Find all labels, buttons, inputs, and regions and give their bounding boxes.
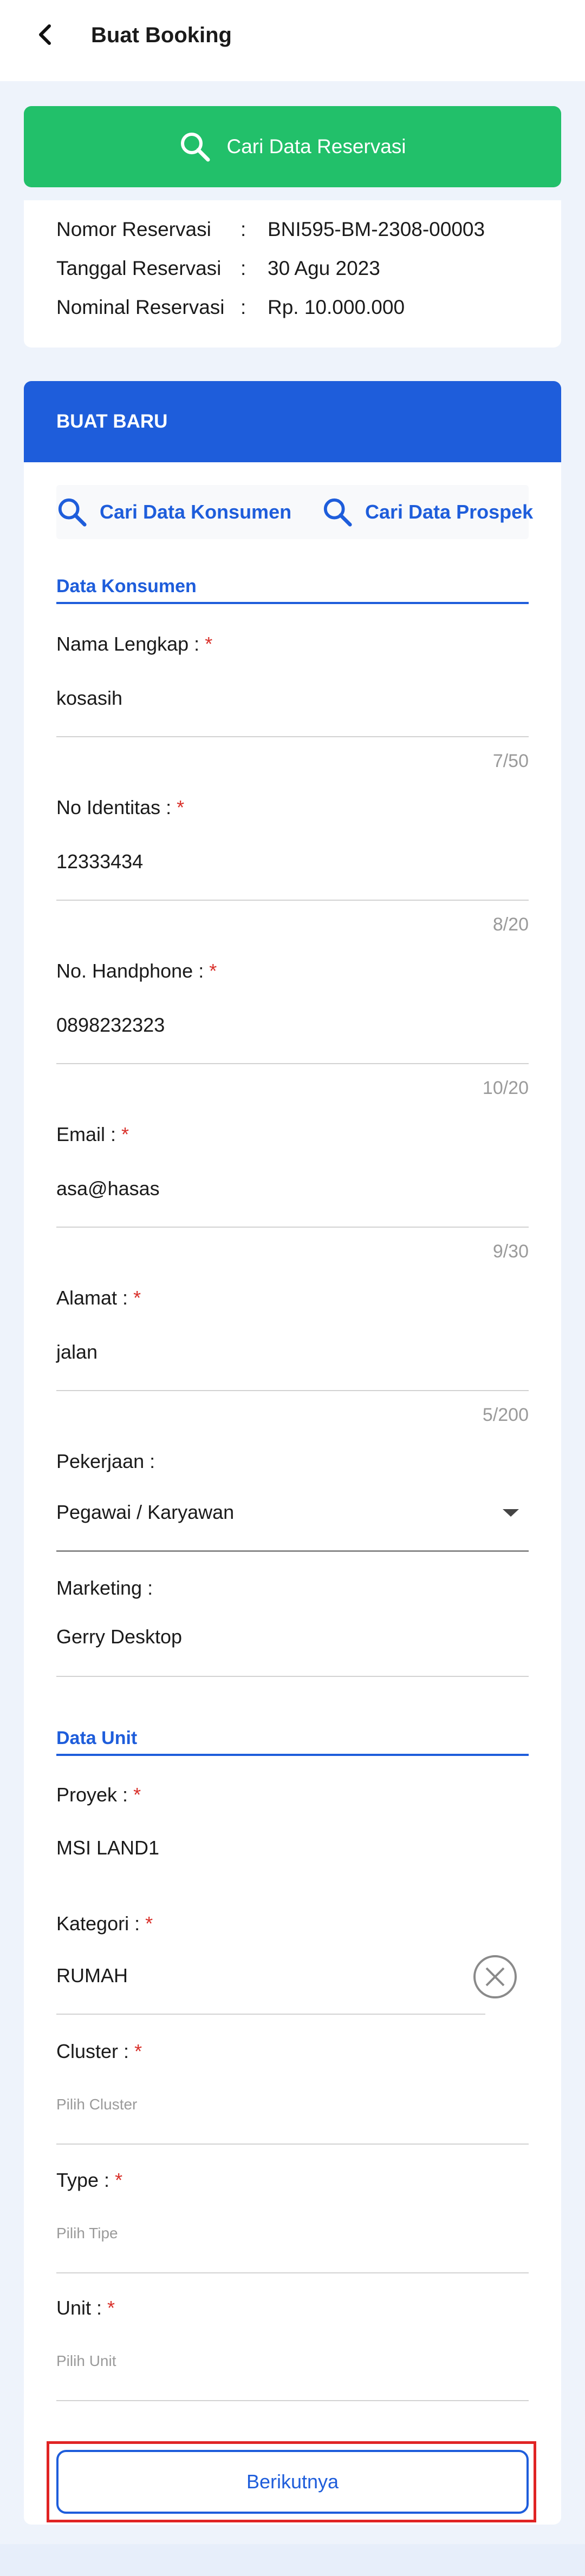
email-label: Email : * [56,1122,129,1148]
job-select[interactable]: Pegawai / Karyawan [56,1499,234,1525]
job-underline [56,1550,529,1552]
unit-label-text: Unit : [56,2297,102,2319]
address-input[interactable]: jalan [56,1339,98,1365]
required-mark: * [115,2169,123,2191]
required-mark: * [133,1287,141,1309]
cluster-underline [56,2144,529,2145]
required-mark: * [121,1123,129,1145]
marketing-value: Gerry Desktop [56,1625,183,1648]
reservation-date-row: Tanggal Reservasi : 30 Agu 2023 [56,255,380,281]
phone-input[interactable]: 0898232323 [56,1012,165,1038]
email-underline [56,1227,529,1228]
category-label-text: Kategori : [56,1912,140,1935]
cluster-label: Cluster : * [56,2038,142,2064]
search-reservation-label: Cari Data Reservasi [226,135,406,158]
reservation-number-label: Nomor Reservasi [56,218,211,240]
type-label: Type : * [56,2167,122,2193]
unit-underline [56,2400,529,2401]
required-mark: * [133,1784,141,1806]
type-select[interactable]: Pilih Tipe [56,2223,118,2244]
name-counter: 7/50 [492,751,529,771]
required-mark: * [177,796,185,818]
chevron-down-icon[interactable] [503,1509,519,1517]
category-underline [56,2014,485,2015]
consumer-section-title: Data Konsumen [56,572,529,604]
search-icon [181,133,210,162]
bottom-background [0,2544,585,2576]
cluster-select[interactable]: Pilih Cluster [56,2094,137,2115]
search-reservation-button[interactable]: Cari Data Reservasi [24,106,561,187]
marketing-label: Marketing : [56,1577,153,1599]
search-consumer-label: Cari Data Konsumen [100,501,292,523]
required-mark: * [205,633,213,655]
reservation-date-value: 30 Agu 2023 [268,257,380,279]
reservation-date-label: Tanggal Reservasi [56,257,222,279]
reservation-number-value: BNI595-BM-2308-00003 [268,218,485,240]
email-input[interactable]: asa@hasas [56,1176,160,1202]
cluster-label-text: Cluster : [56,2040,129,2062]
name-underline [56,736,529,737]
reservation-colon: : [240,218,246,240]
phone-label-text: No. Handphone : [56,960,204,982]
search-consumer-button[interactable]: Cari Data Konsumen [56,485,291,539]
required-mark: * [134,2040,142,2062]
required-mark: * [107,2297,115,2319]
chevron-left-icon [39,24,51,45]
email-counter: 9/30 [492,1241,529,1262]
phone-underline [56,1063,529,1064]
name-input[interactable]: kosasih [56,685,122,711]
app-header: Buat Booking [0,0,585,81]
search-tools: Cari Data Konsumen Cari Data Prospek [56,485,533,539]
reservation-amount-value: Rp. 10.000.000 [268,296,405,318]
marketing-underline [56,1676,529,1677]
project-label: Proyek : * [56,1782,141,1808]
project-label-text: Proyek : [56,1784,128,1806]
email-label-text: Email : [56,1123,116,1145]
name-label: Nama Lengkap : * [56,631,212,657]
next-button[interactable]: Berikutnya [56,2450,529,2514]
booking-form: BUAT BARU Cari Data Konsumen Cari Data P… [24,381,561,2525]
category-select[interactable]: RUMAH [56,1963,128,1989]
unit-label: Unit : * [56,2295,115,2321]
address-label-text: Alamat : [56,1287,128,1309]
form-header: BUAT BARU [24,381,561,462]
reservation-number-row: Nomor Reservasi : BNI595-BM-2308-00003 [56,217,485,242]
id-number-label-text: No Identitas : [56,796,172,818]
reservation-colon: : [240,296,246,318]
id-number-underline [56,900,529,901]
required-mark: * [209,960,217,982]
close-circle-icon [473,1955,517,1998]
reservation-card: Nomor Reservasi : BNI595-BM-2308-00003 T… [24,200,561,348]
back-button[interactable] [32,22,58,48]
required-mark: * [145,1912,153,1935]
reservation-colon: : [240,257,246,279]
phone-label: No. Handphone : * [56,958,217,984]
category-label: Kategori : * [56,1911,153,1937]
address-counter: 5/200 [482,1405,529,1425]
id-number-label: No Identitas : * [56,795,184,821]
clear-category-button[interactable] [472,1954,518,2000]
unit-select[interactable]: Pilih Unit [56,2350,116,2372]
search-icon [58,498,87,527]
phone-counter: 10/20 [482,1078,529,1098]
type-underline [56,2272,529,2273]
name-label-text: Nama Lengkap : [56,633,200,655]
reservation-amount-row: Nominal Reservasi : Rp. 10.000.000 [56,294,405,320]
job-label: Pekerjaan : [56,1450,155,1472]
address-underline [56,1390,529,1391]
address-label: Alamat : * [56,1285,141,1311]
page-title: Buat Booking [91,23,232,47]
id-number-counter: 8/20 [492,914,529,935]
search-prospect-button[interactable]: Cari Data Prospek [322,485,533,539]
unit-section-title: Data Unit [56,1723,529,1756]
type-label-text: Type : [56,2169,110,2191]
id-number-input[interactable]: 12333434 [56,849,143,875]
search-icon [323,498,352,527]
reservation-amount-label: Nominal Reservasi [56,296,225,318]
project-select[interactable]: MSI LAND1 [56,1835,159,1861]
search-prospect-label: Cari Data Prospek [365,501,534,523]
